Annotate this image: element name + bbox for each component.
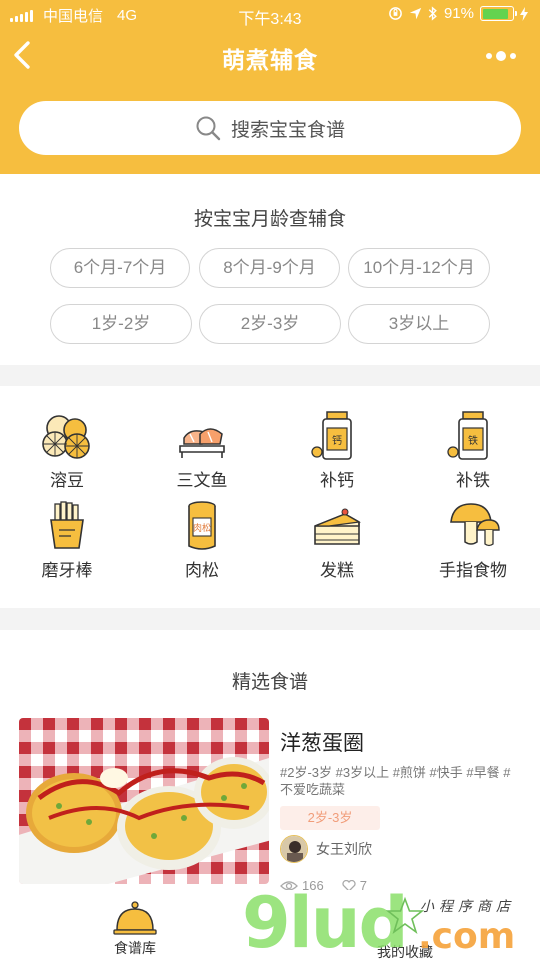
- lemon-slices-icon: [42, 415, 90, 459]
- search-bar[interactable]: 搜索宝宝食谱: [19, 101, 521, 155]
- recipe-author[interactable]: 女王刘欣: [280, 835, 372, 863]
- age-pill-10-12m[interactable]: 10个月-12个月: [348, 248, 490, 288]
- header: 中国电信 4G 下午3:43 91% 萌煮辅食 搜索宝宝食谱: [0, 0, 540, 174]
- page-title: 萌煮辅食: [222, 47, 318, 73]
- featured-section: 精选食谱 洋葱蛋圈 #2岁-3岁 #3岁以上 #煎饼 #快手 #早餐 #不爱吃蔬…: [0, 630, 540, 893]
- category-label: 发糕: [320, 561, 354, 580]
- bluetooth-icon: [428, 6, 437, 21]
- category-label: 磨牙棒: [41, 561, 93, 580]
- age-pill-2-3y[interactable]: 2岁-3岁: [199, 304, 341, 344]
- category-rongdou[interactable]: 溶豆: [12, 410, 122, 491]
- recipe-tags: #2岁-3岁 #3岁以上 #煎饼 #快手 #早餐 #不爱吃蔬菜: [280, 765, 511, 797]
- search-placeholder: 搜索宝宝食谱: [230, 119, 345, 141]
- age-pill-1-2y[interactable]: 1岁-2岁: [50, 304, 192, 344]
- calcium-bottle-icon: 钙: [311, 411, 352, 460]
- status-bar: 中国电信 4G 下午3:43 91%: [0, 0, 540, 28]
- search-icon: [196, 116, 221, 141]
- age-pill-8-9m[interactable]: 8个月-9个月: [199, 248, 340, 288]
- calcium-label: 钙: [332, 434, 342, 447]
- location-icon: [409, 7, 422, 20]
- category-iron[interactable]: 铁 补铁: [418, 410, 528, 491]
- charging-icon: [520, 6, 528, 21]
- category-steamed-cake[interactable]: 发糕: [282, 500, 392, 581]
- featured-title: 精选食谱: [231, 672, 308, 693]
- recipe-image[interactable]: [19, 718, 269, 884]
- category-label: 补铁: [456, 471, 490, 490]
- age-pill-6-7m[interactable]: 6个月-7个月: [50, 248, 190, 288]
- salmon-sushi-icon: [179, 428, 225, 458]
- recipe-name[interactable]: 洋葱蛋圈: [280, 727, 364, 757]
- category-label: 补钙: [320, 471, 354, 490]
- category-label: 手指食物: [439, 561, 507, 580]
- category-meat-floss[interactable]: 肉松 肉松: [147, 500, 257, 581]
- tab-recipe-library[interactable]: 食谱库: [95, 900, 175, 958]
- orientation-lock-icon: [389, 7, 402, 20]
- nav-bar: 萌煮辅食: [0, 30, 540, 80]
- mushroom-icon: [450, 503, 500, 547]
- more-button[interactable]: [486, 50, 522, 62]
- category-grid: 溶豆 三文鱼 钙 补钙 铁 补铁 磨牙棒 肉松 肉松 发糕 手指食物: [0, 386, 540, 608]
- age-badge: 2岁-3岁: [280, 806, 380, 830]
- category-label: 三文鱼: [176, 471, 228, 490]
- tab-label: 我的收藏: [377, 944, 433, 960]
- tab-my-favorites[interactable]: 我的收藏: [365, 942, 445, 960]
- category-label: 肉松: [185, 561, 219, 580]
- cloche-icon: [113, 901, 157, 935]
- iron-label: 铁: [468, 434, 478, 447]
- tab-label: 食谱库: [114, 940, 156, 956]
- iron-bottle-icon: 铁: [447, 411, 488, 460]
- fries-icon: [50, 501, 84, 549]
- age-filter-section: 按宝宝月龄查辅食 6个月-7个月 8个月-9个月 10个月-12个月 1岁-2岁…: [0, 174, 540, 365]
- category-calcium[interactable]: 钙 补钙: [282, 410, 392, 491]
- category-salmon[interactable]: 三文鱼: [147, 410, 257, 491]
- cake-icon: [314, 508, 361, 545]
- avatar: [280, 835, 308, 863]
- author-name: 女王刘欣: [316, 841, 372, 857]
- category-teething-stick[interactable]: 磨牙棒: [12, 500, 122, 581]
- tab-bar: 食谱库 我的收藏: [0, 890, 540, 960]
- battery-percent: 91%: [443, 5, 474, 22]
- battery-icon: [480, 6, 517, 21]
- category-finger-food[interactable]: 手指食物: [418, 500, 528, 581]
- category-label: 溶豆: [50, 471, 84, 490]
- meat-floss-jar-icon: 肉松: [188, 501, 216, 550]
- jar-label: 肉松: [193, 522, 211, 534]
- age-section-title: 按宝宝月龄查辅食: [193, 209, 346, 230]
- age-pill-3y-plus[interactable]: 3岁以上: [348, 304, 490, 344]
